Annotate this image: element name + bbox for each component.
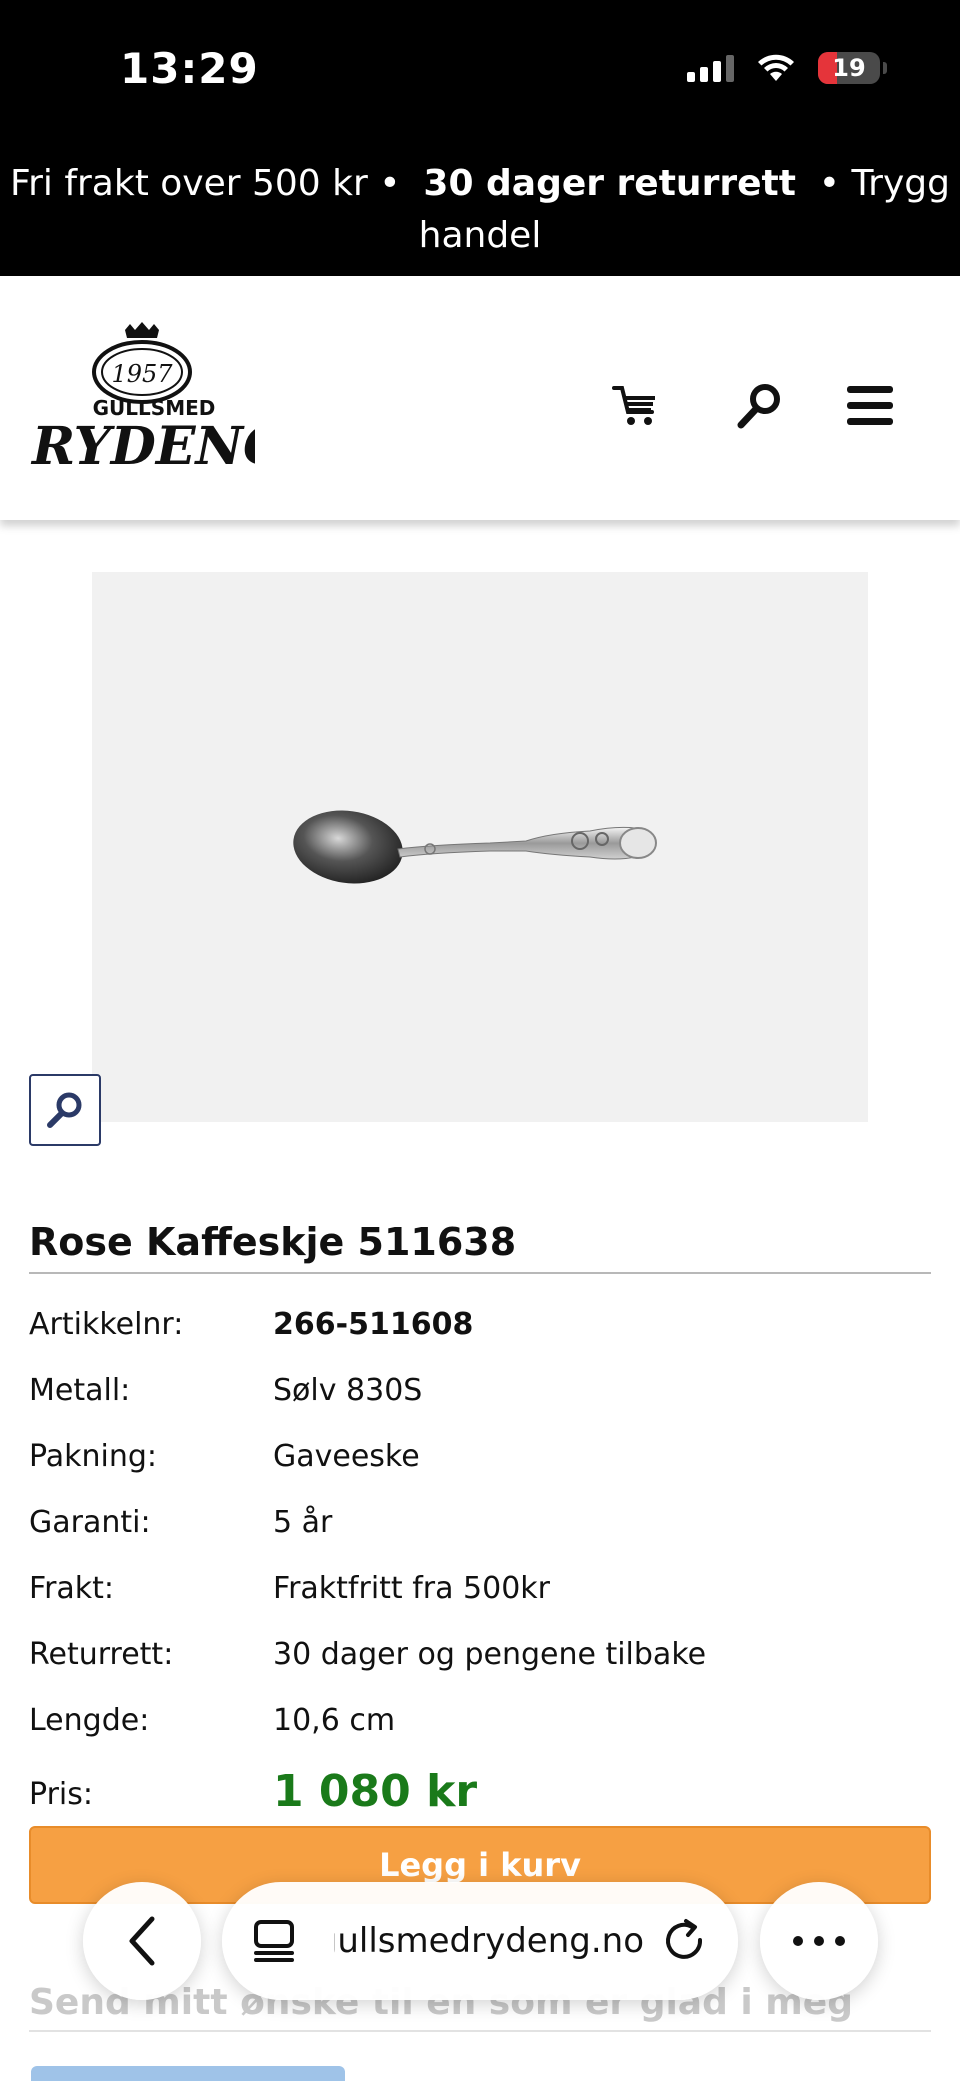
site-logo[interactable]: 1957 GULLSMED RYDENG bbox=[30, 322, 287, 477]
search-icon[interactable] bbox=[730, 376, 790, 436]
title-divider bbox=[29, 1272, 931, 1274]
wish-divider bbox=[29, 2030, 931, 2032]
chevron-left-icon bbox=[129, 1916, 155, 1966]
site-header: 1957 GULLSMED RYDENG bbox=[0, 276, 960, 520]
spec-label: Frakt: bbox=[29, 1571, 115, 1606]
spec-value: 266-511608 bbox=[273, 1307, 474, 1342]
reload-icon[interactable] bbox=[662, 1918, 708, 1964]
promo-returns: 30 dager returrett bbox=[423, 163, 796, 204]
spec-label: Pakning: bbox=[29, 1439, 158, 1474]
spec-row-metal: Metall: Sølv 830S bbox=[29, 1366, 931, 1432]
spec-list: Artikkelnr: 266-511608 Metall: Sølv 830S… bbox=[29, 1300, 931, 1828]
back-button[interactable] bbox=[83, 1882, 201, 2000]
browser-toolbar: gullsmedrydeng.no bbox=[0, 1870, 960, 2010]
spec-row-article-number: Artikkelnr: 266-511608 bbox=[29, 1300, 931, 1366]
spec-row-shipping: Frakt: Fraktfritt fra 500kr bbox=[29, 1564, 931, 1630]
status-bar: 13:29 19 bbox=[0, 0, 960, 140]
zoom-button[interactable] bbox=[29, 1074, 101, 1146]
cart-icon[interactable] bbox=[606, 376, 666, 436]
battery-icon: 19 bbox=[818, 52, 887, 84]
spec-label: Returrett: bbox=[29, 1637, 174, 1672]
menu-icon[interactable] bbox=[840, 376, 900, 436]
spec-row-length: Lengde: 10,6 cm bbox=[29, 1696, 931, 1762]
tabs-icon bbox=[254, 1920, 294, 1962]
spoon-image bbox=[293, 810, 657, 884]
promo-free-shipping: Fri frakt over 500 kr bbox=[10, 163, 368, 204]
cellular-signal-icon bbox=[687, 54, 734, 82]
promo-banner: Fri frakt over 500 kr • 30 dager returre… bbox=[0, 140, 960, 276]
logo-year: 1957 bbox=[111, 360, 173, 388]
price-label: Pris: bbox=[29, 1777, 93, 1812]
spec-value: 10,6 cm bbox=[273, 1703, 396, 1738]
spec-label: Garanti: bbox=[29, 1505, 151, 1540]
status-time: 13:29 bbox=[120, 44, 259, 93]
price-row: Pris: 1 080 kr bbox=[29, 1762, 931, 1828]
promo-separator: • bbox=[379, 163, 401, 204]
spec-row-packaging: Pakning: Gaveeske bbox=[29, 1432, 931, 1498]
spec-value: Gaveeske bbox=[273, 1439, 420, 1474]
more-button[interactable] bbox=[760, 1882, 878, 2000]
spec-value: Fraktfritt fra 500kr bbox=[273, 1571, 551, 1606]
more-icon bbox=[793, 1936, 845, 1946]
address-bar[interactable]: gullsmedrydeng.no bbox=[222, 1882, 738, 2000]
spec-row-warranty: Garanti: 5 år bbox=[29, 1498, 931, 1564]
zoom-icon bbox=[47, 1092, 82, 1128]
spec-label: Artikkelnr: bbox=[29, 1307, 184, 1342]
wifi-icon bbox=[756, 53, 796, 83]
url-text: gullsmedrydeng.no bbox=[334, 1921, 644, 1961]
spec-label: Lengde: bbox=[29, 1703, 150, 1738]
spec-label: Metall: bbox=[29, 1373, 131, 1408]
promo-separator: • bbox=[818, 163, 841, 204]
status-icons: 19 bbox=[687, 52, 887, 84]
price-value: 1 080 kr bbox=[273, 1766, 478, 1817]
battery-level: 19 bbox=[832, 54, 866, 82]
product-title: Rose Kaffeskje 511638 bbox=[29, 1220, 517, 1264]
spec-row-returns: Returrett: 30 dager og pengene tilbake bbox=[29, 1630, 931, 1696]
spec-value: 30 dager og pengene tilbake bbox=[273, 1637, 707, 1672]
wish-thumbnail bbox=[31, 2066, 345, 2081]
spec-value: 5 år bbox=[273, 1505, 333, 1540]
logo-line2: RYDENG bbox=[30, 416, 255, 472]
product-image[interactable] bbox=[92, 572, 868, 1122]
spec-value: Sølv 830S bbox=[273, 1373, 423, 1408]
